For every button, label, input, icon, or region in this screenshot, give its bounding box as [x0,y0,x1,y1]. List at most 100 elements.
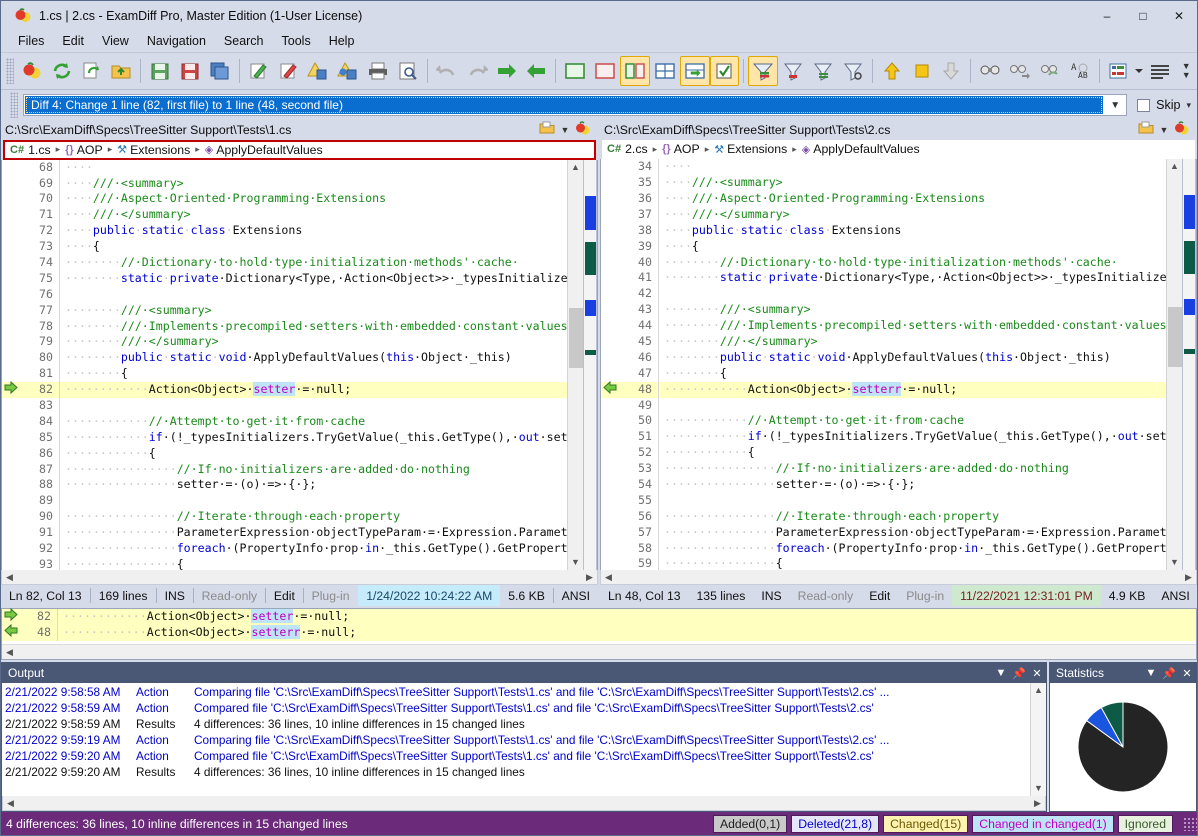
detail-diff-line[interactable]: 82············Action<Object>·setter·=·nu… [2,609,1196,625]
view-grid-icon[interactable] [650,56,680,86]
scroll-left-icon[interactable]: ◀ [3,798,18,809]
recompare-icon[interactable] [47,56,77,86]
menu-files[interactable]: Files [9,32,53,50]
filter-all-icon[interactable] [748,56,778,86]
chevron-down-icon[interactable]: ▼ [1157,125,1171,135]
close-icon[interactable]: ✕ [1178,667,1196,680]
code-line[interactable]: 83 [2,398,567,414]
code-line[interactable]: 40········//·Dictionary·to·hold·type·ini… [601,255,1166,271]
skip-caret-icon[interactable]: ▾ [1186,100,1191,111]
left-edit-flag[interactable]: Edit [266,585,303,606]
right-plugin-flag[interactable]: Plug-in [898,585,952,606]
scroll-down-icon[interactable]: ▼ [1167,555,1183,570]
filter-added-icon[interactable] [808,56,838,86]
breadcrumb-namespace[interactable]: AOP [77,143,103,157]
right-insert-mode[interactable]: INS [753,585,789,606]
code-line[interactable]: 80········public·static·void·ApplyDefaul… [2,350,567,366]
legend-badge[interactable]: Deleted(21,8) [791,815,879,833]
view-left-icon[interactable] [560,56,590,86]
next-diff-up-icon[interactable] [877,56,907,86]
lines-icon[interactable] [1145,56,1175,86]
left-code-scroll[interactable]: 68····69····///·<summary>70····///·Aspec… [2,160,567,570]
left-hscroll-track[interactable] [17,571,582,584]
right-vertical-scrollbar[interactable]: ▲ ▼ [1166,159,1182,570]
pin-icon[interactable]: 📌 [1160,667,1178,680]
output-row[interactable]: 2/21/2022 9:59:19 AMActionComparing file… [2,732,1030,748]
legend-badge[interactable]: Changed in changed(1) [972,815,1113,833]
left-breadcrumb[interactable]: C# 1.cs ▸ {} AOP ▸ ⚒ Extensions ▸ ◈ Appl… [3,140,596,160]
code-line[interactable]: 53················//·If·no·initializers·… [601,461,1166,477]
find-prev-icon[interactable] [1035,56,1065,86]
warn-save-right-icon[interactable] [333,56,363,86]
left-diff-map[interactable] [583,160,597,570]
breadcrumb-namespace[interactable]: AOP [674,142,700,156]
scroll-right-icon[interactable]: ▶ [1030,798,1045,809]
resize-grip[interactable] [1183,817,1197,831]
output-row[interactable]: 2/21/2022 9:58:58 AMActionComparing file… [2,684,1030,700]
breadcrumb-file[interactable]: 1.cs [28,143,51,157]
code-line[interactable]: 77········///·<summary> [2,303,567,319]
view-both-icon[interactable] [620,56,650,86]
code-line[interactable]: 84············//·Attempt·to·get·it·from·… [2,414,567,430]
diff-left-icon[interactable] [601,381,619,399]
output-row[interactable]: 2/21/2022 9:59:20 AMResults4 differences… [2,764,1030,780]
copy-right-icon[interactable] [492,56,522,86]
code-line[interactable]: 73····{ [2,239,567,255]
legend-badge[interactable]: Changed(15) [883,815,968,833]
menu-edit[interactable]: Edit [53,32,93,50]
code-line[interactable]: 56················//·Iterate·through·eac… [601,509,1166,525]
right-scroll-thumb[interactable] [1168,307,1182,367]
find-icon[interactable] [975,56,1005,86]
output-panel-body[interactable]: 2/21/2022 9:58:58 AMActionComparing file… [2,683,1046,796]
left-vertical-scrollbar[interactable]: ▲ ▼ [567,160,583,570]
toolbar-overflow-button[interactable]: ▼ ▼ [1175,54,1197,88]
output-vertical-scrollbar[interactable]: ▲ ▼ [1030,683,1046,796]
filter-deleted-icon[interactable] [778,56,808,86]
scroll-down-icon[interactable]: ▼ [1031,781,1047,796]
output-scroll-track[interactable] [1031,698,1047,781]
code-line[interactable]: 46········public·static·void·ApplyDefaul… [601,350,1166,366]
code-line[interactable]: 44········///·Implements·precompiled·set… [601,318,1166,334]
left-file-path[interactable]: C:\Src\ExamDiff\Specs\TreeSitter Support… [5,123,536,137]
copy-left-icon[interactable] [521,56,551,86]
detail-diff-line[interactable]: 48············Action<Object>·setterr·=·n… [2,625,1196,641]
open-folder-icon[interactable] [106,56,136,86]
code-line[interactable]: 39····{ [601,239,1166,255]
scroll-left-icon[interactable]: ◀ [601,572,616,583]
output-row[interactable]: 2/21/2022 9:59:20 AMActionCompared file … [2,748,1030,764]
scroll-up-icon[interactable]: ▲ [1167,159,1183,174]
code-line[interactable]: 91················ParameterExpression·ob… [2,525,567,541]
toolbar-grip[interactable] [6,58,14,84]
code-line[interactable]: 57················ParameterExpression·ob… [601,525,1166,541]
right-file-path[interactable]: C:\Src\ExamDiff\Specs\TreeSitter Support… [604,123,1135,137]
code-line[interactable]: 54················setter·=·(o)·=>·{·}; [601,477,1166,493]
code-line[interactable]: 47········{ [601,366,1166,382]
chevron-down-icon[interactable]: ▼ [1142,667,1160,680]
right-encoding[interactable]: ANSI [1153,585,1197,606]
code-line[interactable]: 76 [2,287,567,303]
right-code-area[interactable]: 34····35····///·<summary>36····///·Aspec… [600,159,1197,570]
view-right-icon[interactable] [590,56,620,86]
chevron-down-icon[interactable]: ▼ [1104,100,1126,111]
code-line[interactable]: 87················//·If·no·initializers·… [2,462,567,478]
code-line[interactable]: 93················{ [2,557,567,570]
scroll-up-icon[interactable]: ▲ [1031,683,1047,698]
right-hscroll-track[interactable] [616,571,1181,584]
code-line[interactable]: 37····///·</summary> [601,207,1166,223]
breadcrumb-class[interactable]: Extensions [130,143,190,157]
scroll-left-icon[interactable]: ◀ [2,572,17,583]
code-line[interactable]: 74········//·Dictionary·to·hold·type·ini… [2,255,567,271]
save-green-icon[interactable] [145,56,175,86]
code-line[interactable]: 82············Action<Object>·setter·=·nu… [2,382,567,398]
legend-badge[interactable]: Added(0,1) [713,815,787,833]
code-line[interactable]: 89 [2,493,567,509]
code-line[interactable]: 49 [601,398,1166,414]
output-row[interactable]: 2/21/2022 9:58:59 AMActionCompared file … [2,700,1030,716]
find-next-icon[interactable] [1005,56,1035,86]
current-diff-icon[interactable] [907,56,937,86]
close-button[interactable]: ✕ [1161,1,1197,30]
code-line[interactable]: 38····public·static·class·Extensions [601,223,1166,239]
tomato-lemon-icon[interactable] [572,121,594,138]
detail-hscroll-track[interactable] [17,646,1196,659]
code-line[interactable]: 42 [601,286,1166,302]
